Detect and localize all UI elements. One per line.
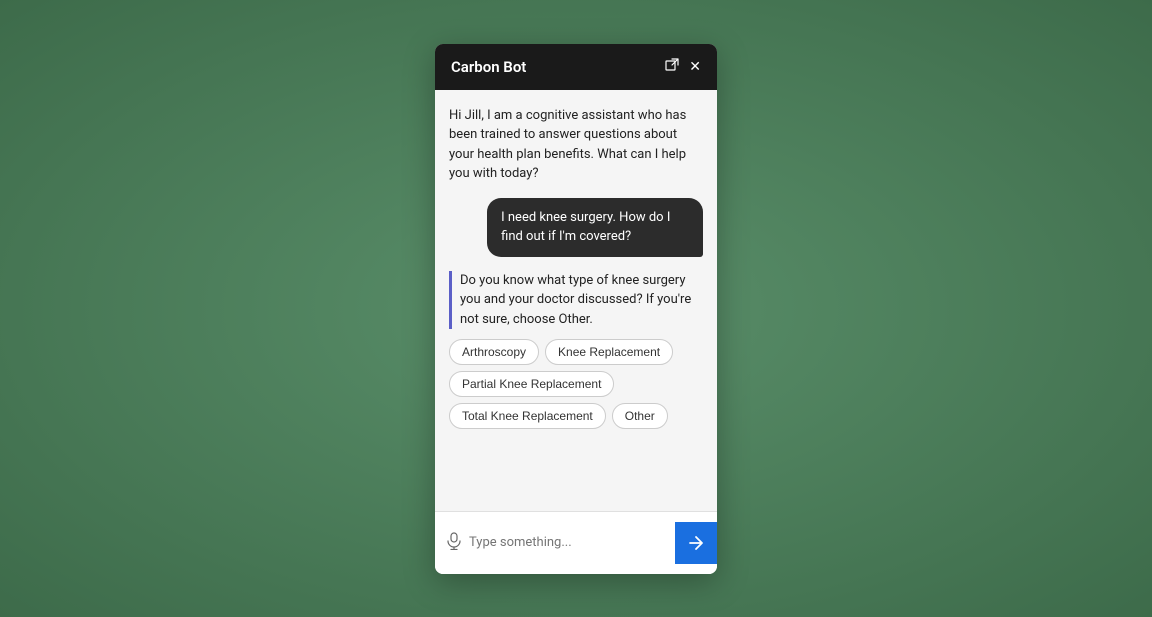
chat-window: Carbon Bot ✕ Hi Jill, I am a cognitive a… [435,44,717,574]
chat-input-area [435,511,717,574]
chat-input[interactable] [469,535,667,550]
bot-message-text-1: Hi Jill, I am a cognitive assistant who … [449,106,703,184]
chip-partial-knee-replacement[interactable]: Partial Knee Replacement [449,371,614,397]
chip-other[interactable]: Other [612,403,668,429]
chat-header: Carbon Bot ✕ [435,44,717,90]
mic-icon[interactable] [447,532,461,554]
chip-arthroscopy[interactable]: Arthroscopy [449,339,539,365]
bot-message-text-2: Do you know what type of knee surgery yo… [449,271,703,330]
user-bubble-1: I need knee surgery. How do I find out i… [487,198,703,257]
bot-message-1: Hi Jill, I am a cognitive assistant who … [449,106,703,184]
chip-knee-replacement[interactable]: Knee Replacement [545,339,673,365]
suggestion-chips: Arthroscopy Knee Replacement Partial Kne… [449,339,703,429]
user-message-1: I need knee surgery. How do I find out i… [449,198,703,257]
chat-title: Carbon Bot [451,58,526,76]
header-icons: ✕ [665,58,701,75]
bot-message-2: Do you know what type of knee surgery yo… [449,271,703,430]
chat-messages: Hi Jill, I am a cognitive assistant who … [435,90,717,511]
send-button[interactable] [675,522,717,564]
external-link-icon[interactable] [665,58,679,75]
close-icon[interactable]: ✕ [689,60,701,74]
chip-total-knee-replacement[interactable]: Total Knee Replacement [449,403,606,429]
